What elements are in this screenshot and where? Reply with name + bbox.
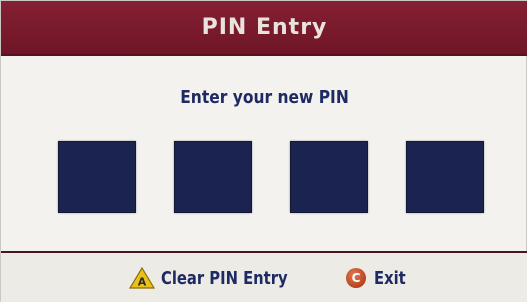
- exit-label: Exit: [374, 267, 406, 289]
- pin-prompt: Enter your new PIN: [180, 87, 349, 108]
- clear-pin-label: Clear PIN Entry: [161, 267, 288, 289]
- exit-button[interactable]: C Exit: [346, 263, 413, 293]
- pin-digit-1[interactable]: [58, 141, 136, 213]
- a-button-letter: A: [138, 276, 147, 289]
- c-button-icon: C: [346, 268, 366, 288]
- pin-digit-4[interactable]: [406, 141, 484, 213]
- pin-entry-dialog: PIN Entry Enter your new PIN A Clear PIN…: [0, 0, 527, 302]
- dialog-title-bar: PIN Entry: [1, 1, 527, 56]
- dialog-footer: A Clear PIN Entry C Exit: [1, 253, 527, 302]
- a-button-icon: A: [129, 267, 155, 289]
- pin-input-row: [1, 141, 527, 215]
- clear-pin-button[interactable]: A Clear PIN Entry: [129, 263, 315, 293]
- pin-digit-2[interactable]: [174, 141, 252, 213]
- dialog-title: PIN Entry: [201, 15, 328, 40]
- pin-digit-3[interactable]: [290, 141, 368, 213]
